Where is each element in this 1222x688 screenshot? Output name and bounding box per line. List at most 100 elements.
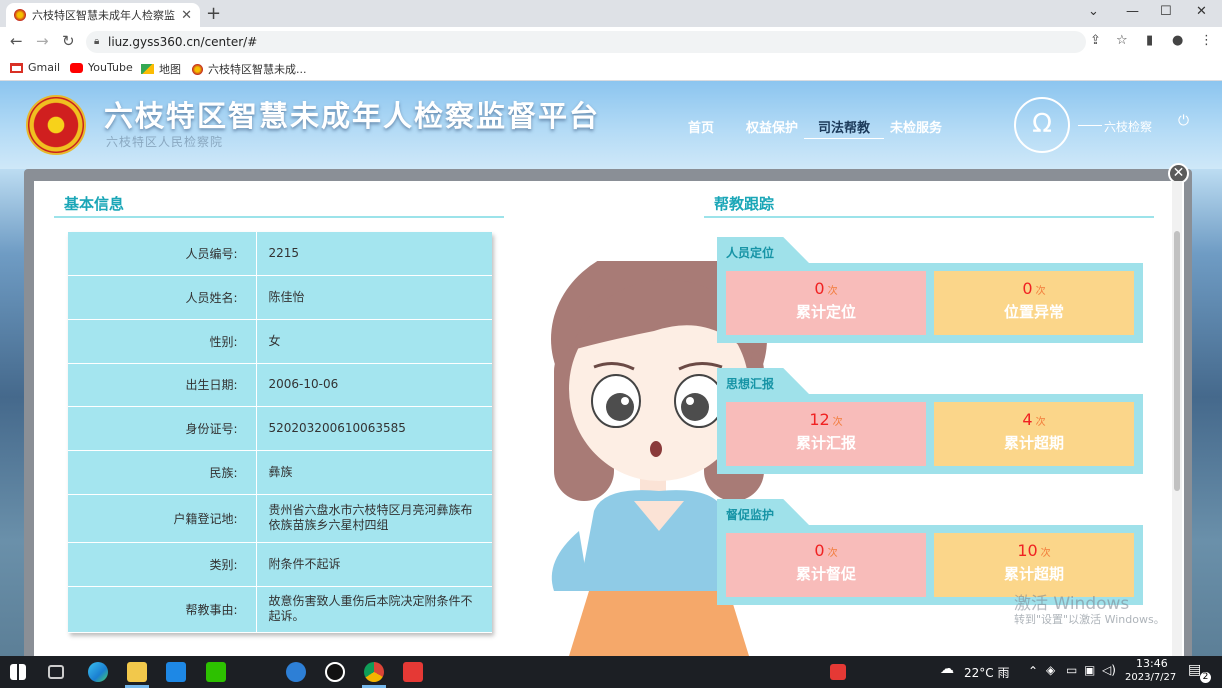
tab-title: 六枝特区智慧未成年人检察监督: [32, 9, 176, 22]
field-value: 陈佳怡: [256, 275, 492, 320]
address-bar[interactable]: 🔒︎ liuz.gyss360.cn/center/#: [86, 31, 1086, 53]
url-text: liuz.gyss360.cn/center/#: [108, 35, 258, 49]
stat-value: 0: [814, 541, 825, 560]
table-row: 类别: 附条件不起诉: [68, 542, 492, 587]
stat-card[interactable]: 10 次 累计超期: [934, 533, 1134, 597]
nav-home[interactable]: 首页: [688, 117, 714, 136]
stat-value: 10: [1017, 541, 1038, 560]
bookmark-maps[interactable]: 地图: [141, 61, 181, 77]
weather-icon[interactable]: ☁: [940, 661, 954, 677]
network-icon[interactable]: ▣: [1084, 663, 1095, 677]
wps-icon[interactable]: [403, 662, 423, 682]
share-icon[interactable]: ⇪: [1090, 33, 1101, 48]
stat-label: 累计超期: [1003, 434, 1064, 452]
clock-time[interactable]: 13:46: [1136, 657, 1168, 670]
windows-taskbar: ☁ 22°C 雨 ⌃ ◈ ▭ ▣ ◁) 13:46 2023/7/27 ▤ 2: [0, 656, 1222, 688]
file-explorer-icon[interactable]: [127, 662, 147, 682]
field-label: 户籍登记地:: [68, 494, 257, 543]
site-title: 六枝特区智慧未成年人检察监督平台: [104, 99, 601, 133]
bookmark-star-icon[interactable]: ☆: [1116, 33, 1128, 48]
maximize-button[interactable]: ☐: [1160, 4, 1172, 19]
windows-start-icon[interactable]: [10, 664, 26, 680]
wechat-icon[interactable]: [206, 662, 226, 682]
group-tab-guardian-supervision: 督促监护: [717, 499, 809, 525]
user-name[interactable]: 六枝检察: [1104, 118, 1152, 135]
logout-icon[interactable]: ⏻: [1178, 113, 1189, 129]
table-row: 出生日期: 2006-10-06: [68, 363, 492, 407]
tray-app-icon[interactable]: [830, 664, 846, 680]
stat-unit: 次: [1035, 286, 1046, 297]
detail-modal: 基本信息 人员编号: 2215 人员姓名: 陈佳怡 性别: 女 出生日期: 20…: [34, 181, 1184, 656]
close-window-button[interactable]: ✕: [1196, 4, 1207, 19]
bookmarks-bar: Gmail YouTube 地图 六枝特区智慧未成...: [0, 56, 1222, 81]
browser-tab[interactable]: 六枝特区智慧未成年人检察监督 ✕: [6, 3, 200, 27]
tab-search-icon[interactable]: ⌄: [1088, 4, 1099, 19]
field-label: 出生日期:: [68, 363, 257, 407]
menu-icon[interactable]: ⋮: [1200, 33, 1213, 48]
table-row: 人员编号: 2215: [68, 232, 492, 276]
bookmark-gmail[interactable]: Gmail: [10, 61, 60, 74]
stat-unit: 次: [1035, 417, 1046, 428]
notification-count: 2: [1200, 672, 1211, 683]
forward-button[interactable]: →: [36, 32, 49, 50]
tracking-title: 帮教跟踪: [714, 195, 775, 213]
tray-expand-icon[interactable]: ⌃: [1028, 664, 1038, 678]
k-app-icon[interactable]: [286, 662, 306, 682]
new-tab-button[interactable]: +: [206, 3, 221, 24]
stat-card[interactable]: 0次 累计督促: [726, 533, 926, 597]
stat-card[interactable]: 12 次 累计汇报: [726, 402, 926, 466]
table-row: 帮教事由: 故意伤害致人重伤后本院决定附条件不起诉。: [68, 586, 492, 633]
site-header: 六枝特区智慧未成年人检察监督平台 六枝特区人民检察院 首页 权益保护 司法帮教 …: [0, 81, 1222, 169]
stat-card[interactable]: 4次 累计超期: [934, 402, 1134, 466]
modal-scrollbar-thumb[interactable]: [1174, 231, 1180, 491]
nav-juvenile-service[interactable]: 未检服务: [890, 117, 942, 136]
volume-icon[interactable]: ◁): [1102, 663, 1116, 677]
stat-card[interactable]: 0次 累计定位: [726, 271, 926, 335]
table-row: 身份证号: 520203200610063585: [68, 406, 492, 451]
bookmark-site[interactable]: 六枝特区智慧未成...: [192, 61, 307, 77]
task-view-icon[interactable]: [48, 665, 64, 679]
table-row: 民族: 彝族: [68, 450, 492, 495]
user-avatar-icon[interactable]: Ω: [1014, 97, 1070, 153]
gmail-icon: [10, 62, 23, 73]
edge-icon[interactable]: [88, 662, 108, 682]
maps-icon: [141, 64, 154, 74]
stat-label: 累计汇报: [795, 434, 856, 452]
back-button[interactable]: ←: [10, 32, 23, 50]
droplet-app-icon[interactable]: [166, 662, 186, 682]
stat-value: 12: [809, 410, 830, 429]
chrome-icon[interactable]: [364, 662, 384, 682]
reload-button[interactable]: ↻: [62, 32, 75, 50]
close-tab-icon[interactable]: ✕: [181, 8, 192, 23]
weather-text[interactable]: 22°C 雨: [964, 664, 1009, 681]
field-value: 2215: [256, 232, 492, 276]
field-label: 帮教事由:: [68, 586, 257, 633]
browser-tabbar: 六枝特区智慧未成年人检察监督 ✕ + ⌄ — ☐ ✕: [0, 0, 1222, 27]
minimize-button[interactable]: —: [1126, 4, 1139, 19]
nav-rights-protection[interactable]: 权益保护: [746, 117, 798, 136]
qq-icon[interactable]: [325, 662, 345, 682]
field-value: 彝族: [256, 450, 492, 495]
side-panel-icon[interactable]: ▮: [1146, 33, 1153, 48]
battery-icon[interactable]: ▭: [1066, 663, 1077, 677]
stat-label: 位置异常: [1003, 303, 1064, 321]
security-tray-icon[interactable]: ◈: [1046, 663, 1055, 677]
group-tab-location: 人员定位: [717, 237, 809, 263]
field-label: 性别:: [68, 319, 257, 364]
user-divider: [1078, 125, 1102, 126]
stat-unit: 次: [832, 417, 843, 428]
table-row: 户籍登记地: 贵州省六盘水市六枝特区月亮河彝族布依族苗族乡六星村四组: [68, 494, 492, 543]
bookmark-youtube[interactable]: YouTube: [70, 61, 133, 74]
field-label: 类别:: [68, 542, 257, 587]
profile-icon[interactable]: ●: [1172, 33, 1183, 48]
stat-value: 0: [1022, 279, 1033, 298]
group-thought-report: 12 次 累计汇报 4次 累计超期: [717, 394, 1143, 474]
nav-judicial-assistance[interactable]: 司法帮教: [818, 117, 870, 136]
procuratorate-emblem-icon: [26, 95, 86, 155]
stat-card[interactable]: 0次 位置异常: [934, 271, 1134, 335]
youtube-icon: [70, 62, 83, 73]
field-value: 附条件不起诉: [256, 542, 492, 587]
clock-date[interactable]: 2023/7/27: [1125, 672, 1176, 683]
stat-value: 0: [814, 279, 825, 298]
field-value: 贵州省六盘水市六枝特区月亮河彝族布依族苗族乡六星村四组: [256, 494, 492, 543]
